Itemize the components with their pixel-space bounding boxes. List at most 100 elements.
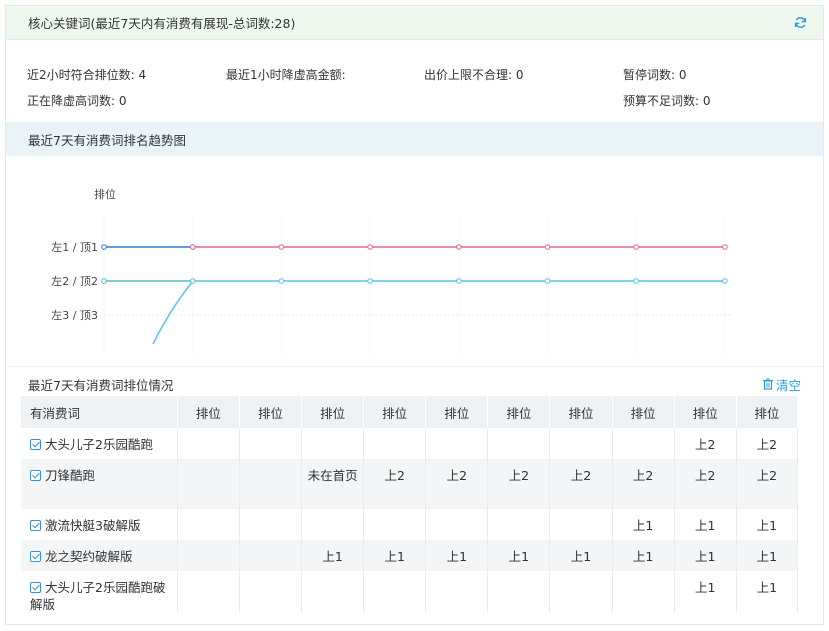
keyword-cell: 大头儿子2乐园酷跑: [21, 428, 178, 459]
data-point: [456, 244, 462, 250]
rank-cell: 上2: [363, 459, 427, 509]
keyword-label: 激流快艇3破解版: [45, 518, 141, 533]
data-point: [544, 244, 551, 250]
table-header-row: 有消费词 排位 排位 排位 排位 排位 排位 排位 排位 排位 排位: [21, 396, 799, 428]
keyword-checkbox[interactable]: [30, 551, 41, 562]
rank-cell: [612, 571, 675, 613]
rank-cell: [487, 571, 551, 613]
trend-section-title: 最近7天有消费词排名趋势图: [28, 132, 186, 148]
rank-cell: 上1: [674, 540, 737, 571]
data-point: [367, 278, 373, 284]
rank-cell: [363, 571, 427, 613]
data-point: [189, 278, 196, 284]
y-axis-label: 排位: [94, 187, 116, 201]
refresh-icon[interactable]: [793, 16, 807, 30]
column-header-rank: 排位: [612, 396, 675, 428]
trend-chart-svg: 排位左1 / 顶1 左2 / 顶2 左3 / 顶3: [51, 187, 731, 356]
rank-cell: [549, 509, 613, 540]
rank-cell: 上2: [674, 459, 737, 509]
data-point: [101, 278, 107, 284]
y-tick-label: 左2 / 顶2: [51, 275, 98, 288]
column-header-rank: 排位: [549, 396, 613, 428]
table-row: 大头儿子2乐园酷跑 上2 上2: [21, 428, 799, 459]
table-row: 激流快艇3破解版 上1 上1 上1: [21, 509, 799, 540]
rank-cell: [363, 509, 427, 540]
rank-cell: 上2: [549, 459, 613, 509]
keyword-label: 大头儿子2乐园酷跑破解版: [30, 580, 166, 612]
rank-cell: [363, 428, 427, 459]
rank-cell: [177, 509, 240, 540]
rank-cell: [239, 571, 303, 613]
keyword-cell: 龙之契约破解版: [21, 540, 178, 571]
rank-cell: 上1: [674, 571, 737, 613]
stat-budget: 预算不足词数: 0: [623, 94, 711, 108]
rank-cell: 上1: [736, 540, 799, 571]
data-point: [633, 244, 640, 250]
data-point: [722, 244, 728, 250]
keyword-rank-table: 有消费词 排位 排位 排位 排位 排位 排位 排位 排位 排位 排位 大头儿子2乐园酷跑 上2 上2 刀锋…: [21, 396, 799, 613]
table-row: 大头儿子2乐园酷跑破解版 上1 上1: [21, 571, 799, 613]
rank-cell: [239, 509, 303, 540]
keyword-checkbox[interactable]: [30, 582, 41, 593]
rank-cell: [425, 428, 489, 459]
rank-cell: 上1: [612, 509, 675, 540]
y-tick-label: 左3 / 顶3: [51, 309, 98, 322]
table-section-title: 最近7天有消费词排位情况: [28, 377, 174, 393]
clear-button[interactable]: 清空: [762, 375, 801, 394]
rank-cell: [301, 509, 365, 540]
keyword-label: 刀锋酷跑: [45, 468, 96, 483]
rank-cell: 上1: [301, 540, 365, 571]
column-header-rank: 排位: [363, 396, 427, 428]
trash-icon: [762, 378, 773, 390]
stat-rank-count: 近2小时符合排位数: 4: [27, 68, 147, 82]
trend-section-header: 最近7天有消费词排名趋势图: [6, 122, 823, 156]
column-header-rank: 排位: [736, 396, 799, 428]
data-point: [722, 278, 728, 284]
column-header-rank: 排位: [425, 396, 489, 428]
rank-cell: 上2: [425, 459, 489, 509]
rank-cell: [301, 428, 365, 459]
rank-cell: 上1: [612, 540, 675, 571]
rank-cell: [425, 571, 489, 613]
rank-cell: 上1: [425, 540, 489, 571]
rank-cell: 上2: [487, 459, 551, 509]
column-header-rank: 排位: [177, 396, 240, 428]
rank-cell: 上1: [736, 509, 799, 540]
rank-cell: [487, 509, 551, 540]
rank-cell: [239, 540, 303, 571]
stat-reduced-amount: 最近1小时降虚高金额:: [226, 68, 346, 82]
rank-cell: 上1: [363, 540, 427, 571]
keyword-checkbox[interactable]: [30, 439, 41, 450]
column-header-rank: 排位: [239, 396, 303, 428]
rank-cell: [177, 428, 240, 459]
rank-cell: [487, 428, 551, 459]
data-point: [189, 244, 196, 250]
keyword-checkbox[interactable]: [30, 520, 41, 531]
data-point: [101, 244, 107, 250]
stats-area: 近2小时符合排位数: 4 最近1小时降虚高金额: 出价上限不合理: 0 暂停词数…: [6, 40, 823, 122]
data-point: [633, 278, 640, 284]
data-point: [456, 278, 462, 284]
rank-cell: 上1: [549, 540, 613, 571]
rank-cell: 上2: [736, 428, 799, 459]
series-line: [152, 280, 194, 345]
rank-cell: 上1: [674, 509, 737, 540]
rank-cell: [549, 428, 613, 459]
trend-chart: 排位 左1 / 顶1 左2 / 顶2 左3 / 顶3: [6, 156, 823, 367]
rank-cell: [239, 428, 303, 459]
column-header-rank: 排位: [674, 396, 737, 428]
stat-reducing: 正在降虚高词数: 0: [27, 94, 127, 108]
data-point: [544, 278, 551, 284]
column-header-rank: 排位: [487, 396, 551, 428]
stat-paused: 暂停词数: 0: [623, 68, 687, 82]
keyword-cell: 大头儿子2乐园酷跑破解版: [21, 571, 178, 613]
keyword-label: 大头儿子2乐园酷跑: [45, 437, 153, 452]
keyword-checkbox[interactable]: [30, 470, 41, 481]
rank-cell: [177, 459, 240, 509]
column-header-rank: 排位: [301, 396, 365, 428]
rank-cell: [612, 428, 675, 459]
table-row: 龙之契约破解版 上1 上1 上1 上1 上1 上1 上1 上1: [21, 540, 799, 571]
data-point: [278, 278, 285, 284]
rank-cell: 上2: [736, 459, 799, 509]
data-point: [278, 244, 285, 250]
